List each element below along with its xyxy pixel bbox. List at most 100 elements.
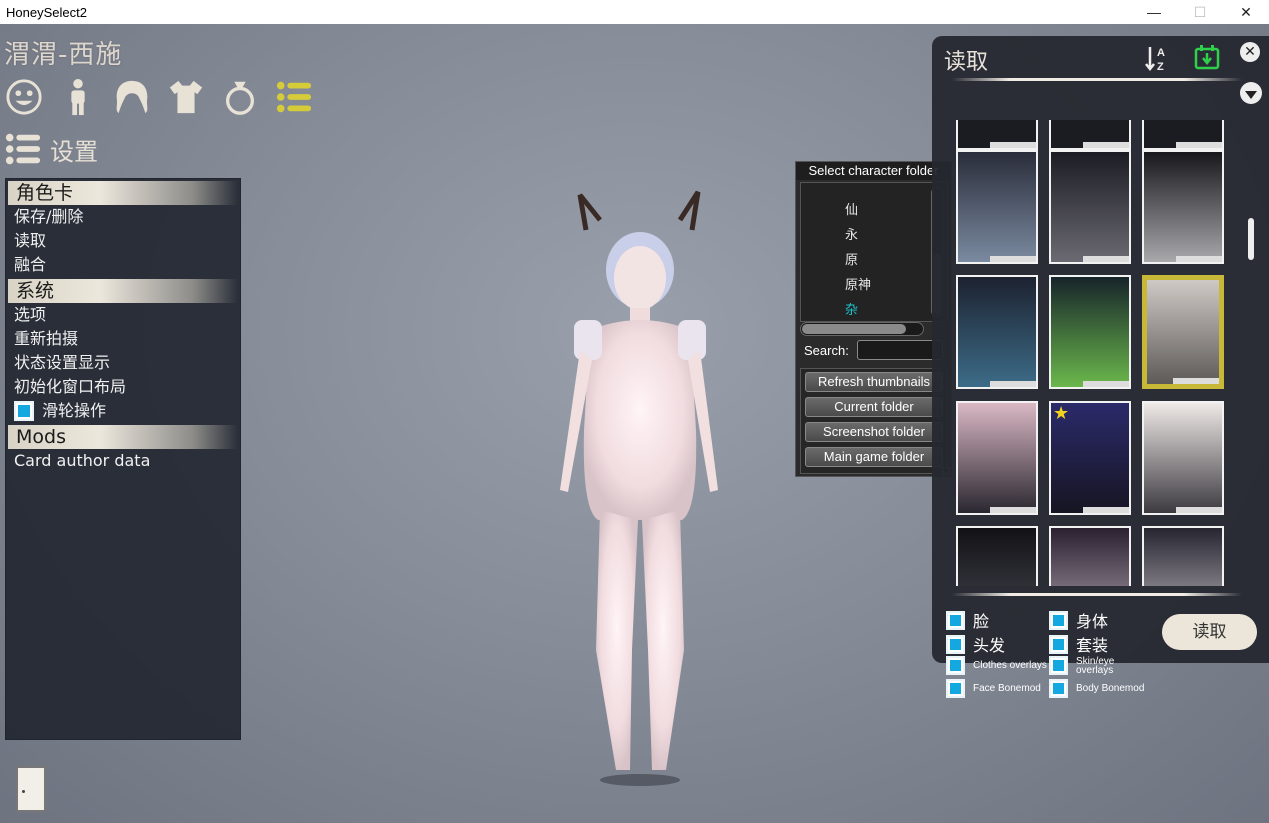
face-icon[interactable] [4,76,44,118]
opt-body-label: 身体 [1076,612,1109,631]
load-button[interactable]: 读取 [1162,614,1257,650]
settings-menu-panel: 角色卡 保存/删除 读取 融合 系统 选项 重新拍摄 状态设置显示 初始化窗口布… [5,178,241,740]
svg-text:A: A [1157,47,1165,59]
opt-body-bonemod-label: Body Bonemod [1076,683,1145,694]
window-title: HoneySelect2 [6,4,87,20]
character-card[interactable] [1142,526,1224,586]
svg-text:Z: Z [1157,61,1164,72]
main-game-folder-button[interactable]: Main game folder [805,447,943,467]
current-folder-button[interactable]: Current folder [805,397,943,417]
opt-clothes-overlays-checkbox[interactable] [946,656,965,675]
settings-label: 设置 [50,137,98,166]
divider [952,593,1242,596]
card-grid-scrollbar[interactable] [1248,218,1254,260]
folder-search-input[interactable] [856,340,943,360]
folder-list-hscrollbar[interactable] [800,322,924,336]
character-card[interactable] [956,275,1038,389]
opt-outfit-label: 套装 [1076,636,1109,655]
opt-face-bonemod-label: Face Bonemod [973,683,1041,694]
maximize-button[interactable]: ☐ [1177,0,1223,24]
character-card[interactable] [1049,150,1131,264]
clothes-icon[interactable] [166,76,206,118]
accessory-icon[interactable] [220,76,260,118]
opt-body-bonemod-checkbox[interactable] [1049,679,1068,698]
opt-body-checkbox[interactable] [1049,610,1068,630]
search-label: Search: [804,342,849,358]
favorite-star-icon: ★ [1053,403,1070,424]
opt-hair-label: 头发 [973,636,1006,655]
settings-header: 设置 [4,130,98,168]
menu-load[interactable]: 读取 [6,229,240,253]
character-card[interactable] [1142,120,1224,150]
opt-clothes-overlays-label: Clothes overlays [973,660,1047,671]
menu-card-author-data[interactable]: Card author data [6,449,240,473]
folder-item[interactable]: 原 [845,249,858,268]
section-header-character-card: 角色卡 [8,181,238,205]
character-model [560,190,718,786]
load-panel-title: 读取 [944,50,989,75]
minimize-button[interactable]: — [1131,0,1177,24]
folder-buttons-group: Refresh thumbnails Current folder Screen… [800,368,948,474]
folder-item[interactable]: 仙 [845,199,858,218]
opt-body-bonemod[interactable]: Body Bonemod [1049,679,1144,698]
opt-outfit[interactable]: 套装 [1049,632,1108,656]
screenshot-folder-button[interactable]: Screenshot folder [805,422,943,442]
list-icon [5,133,41,165]
category-toolbar [4,76,314,118]
opt-body[interactable]: 身体 [1049,608,1108,632]
opt-skin-eye-overlays-checkbox[interactable] [1049,656,1068,675]
character-card[interactable] [1049,526,1131,586]
folder-list[interactable]: 仙 永 原 原神 杂 [800,182,948,322]
chevron-down-icon[interactable] [1240,82,1262,104]
opt-face-checkbox[interactable] [946,610,965,630]
exit-door-icon[interactable] [16,766,46,812]
card-grid[interactable]: ★ [952,120,1232,586]
divider [952,78,1242,81]
character-card[interactable] [1142,401,1224,515]
menu-status-display[interactable]: 状态设置显示 [6,351,240,375]
menu-merge[interactable]: 融合 [6,253,240,277]
section-header-system: 系统 [8,279,238,303]
character-card[interactable] [956,401,1038,515]
sort-az-icon[interactable]: A Z [1144,44,1172,72]
wheel-operation-checkbox[interactable] [14,401,34,421]
load-panel: 读取 A Z ✕ ★ [932,36,1269,663]
character-card[interactable] [1142,150,1224,264]
body-icon[interactable] [58,76,98,118]
character-name: 渭渭-西施 [4,40,123,70]
hair-icon[interactable] [112,76,152,118]
opt-face-label: 脸 [973,612,990,631]
menu-retake-photo[interactable]: 重新拍摄 [6,327,240,351]
refresh-thumbnails-button[interactable]: Refresh thumbnails [805,372,943,392]
opt-clothes-overlays[interactable]: Clothes overlays [946,656,1047,675]
settings-list-icon[interactable] [274,76,314,118]
folder-item-selected[interactable]: 杂 [845,299,858,318]
opt-hair-checkbox[interactable] [946,634,965,654]
opt-face-bonemod[interactable]: Face Bonemod [946,679,1041,698]
menu-save-delete[interactable]: 保存/删除 [6,205,240,229]
folder-item[interactable]: 原神 [845,274,871,293]
folder-select-panel: Select character folder 仙 永 原 原神 杂 Searc… [795,161,952,477]
opt-hair[interactable]: 头发 [946,632,1005,656]
character-card-selected[interactable] [1142,275,1224,389]
character-card[interactable] [1049,275,1131,389]
menu-reset-window-layout[interactable]: 初始化窗口布局 [6,375,240,399]
opt-face-bonemod-checkbox[interactable] [946,679,965,698]
character-card[interactable] [956,526,1038,586]
wheel-operation-toggle[interactable]: 滑轮操作 [6,399,240,423]
section-header-mods: Mods [8,425,238,449]
character-card[interactable] [1049,120,1131,150]
character-card[interactable]: ★ [1049,401,1131,515]
character-card[interactable] [956,120,1038,150]
opt-skin-eye-overlays[interactable]: Skin/eye overlays [1049,656,1120,675]
calendar-download-icon[interactable] [1194,44,1220,70]
character-card[interactable] [956,150,1038,264]
close-window-button[interactable]: ✕ [1223,0,1269,24]
title-bar: HoneySelect2 — ☐ ✕ [0,0,1269,24]
folder-search-row: Search: [804,340,943,360]
close-panel-icon[interactable]: ✕ [1240,42,1260,62]
menu-options[interactable]: 选项 [6,303,240,327]
folder-item[interactable]: 永 [845,224,858,243]
opt-face[interactable]: 脸 [946,608,989,632]
opt-outfit-checkbox[interactable] [1049,634,1068,654]
